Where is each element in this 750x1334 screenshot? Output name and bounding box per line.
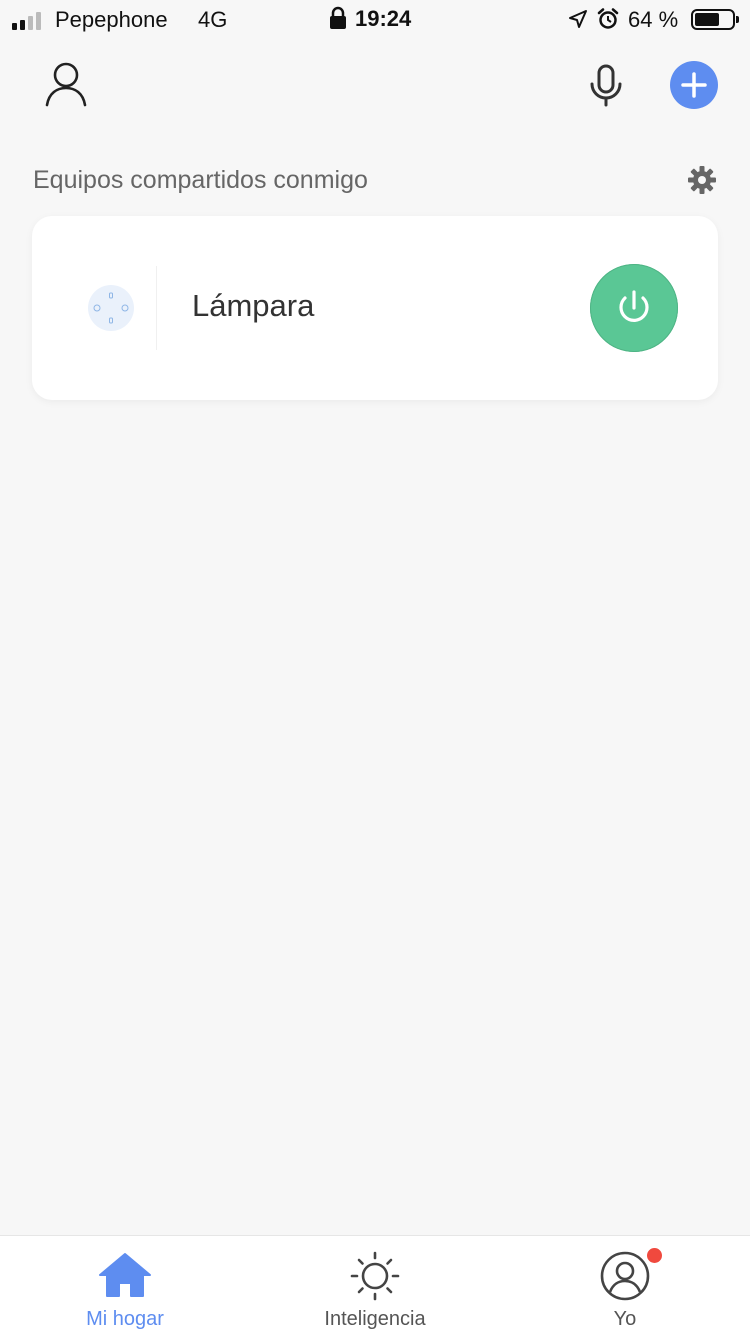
network-type: 4G [198, 7, 228, 32]
section-settings-button[interactable] [686, 164, 718, 196]
card-divider [156, 266, 157, 350]
smart-plug-icon [88, 285, 134, 331]
battery-icon [691, 9, 739, 30]
battery-percent: 64 % [628, 7, 679, 32]
gear-icon [688, 166, 716, 194]
home-icon [99, 1253, 151, 1297]
notification-badge [647, 1248, 662, 1263]
location-arrow-icon [569, 10, 587, 28]
signal-strength-icon [12, 10, 41, 30]
device-name: Lámpara [192, 288, 315, 323]
profile-button[interactable] [40, 58, 92, 110]
tab-mi-hogar[interactable]: Mi hogar [0, 1236, 250, 1334]
tab-label: Yo [613, 1308, 637, 1330]
lock-icon [330, 6, 346, 29]
tab-inteligencia[interactable]: Inteligencia [250, 1236, 500, 1334]
tab-yo[interactable]: Yo [500, 1236, 750, 1334]
tab-label: Inteligencia [324, 1308, 426, 1330]
sun-icon [350, 1251, 400, 1301]
device-card[interactable]: Lámpara [32, 216, 718, 400]
microphone-icon [590, 64, 622, 107]
plus-icon [681, 72, 707, 98]
voice-button[interactable] [580, 60, 632, 112]
alarm-clock-icon [597, 8, 619, 29]
add-device-button[interactable] [670, 61, 718, 109]
tab-label: Mi hogar [86, 1308, 164, 1330]
bottom-tab-bar: Mi hogar Inteligencia Yo [0, 1235, 750, 1334]
power-icon [619, 290, 649, 322]
section-title: Equipos compartidos conmigo [33, 166, 368, 194]
power-toggle-button[interactable] [590, 264, 678, 352]
user-circle-icon [600, 1251, 650, 1301]
clock-time: 19:24 [355, 6, 412, 31]
person-outline-icon [45, 62, 87, 107]
carrier-name: Pepephone [55, 7, 168, 32]
status-bar: Pepephone 4G 19:24 64 % [0, 0, 750, 40]
